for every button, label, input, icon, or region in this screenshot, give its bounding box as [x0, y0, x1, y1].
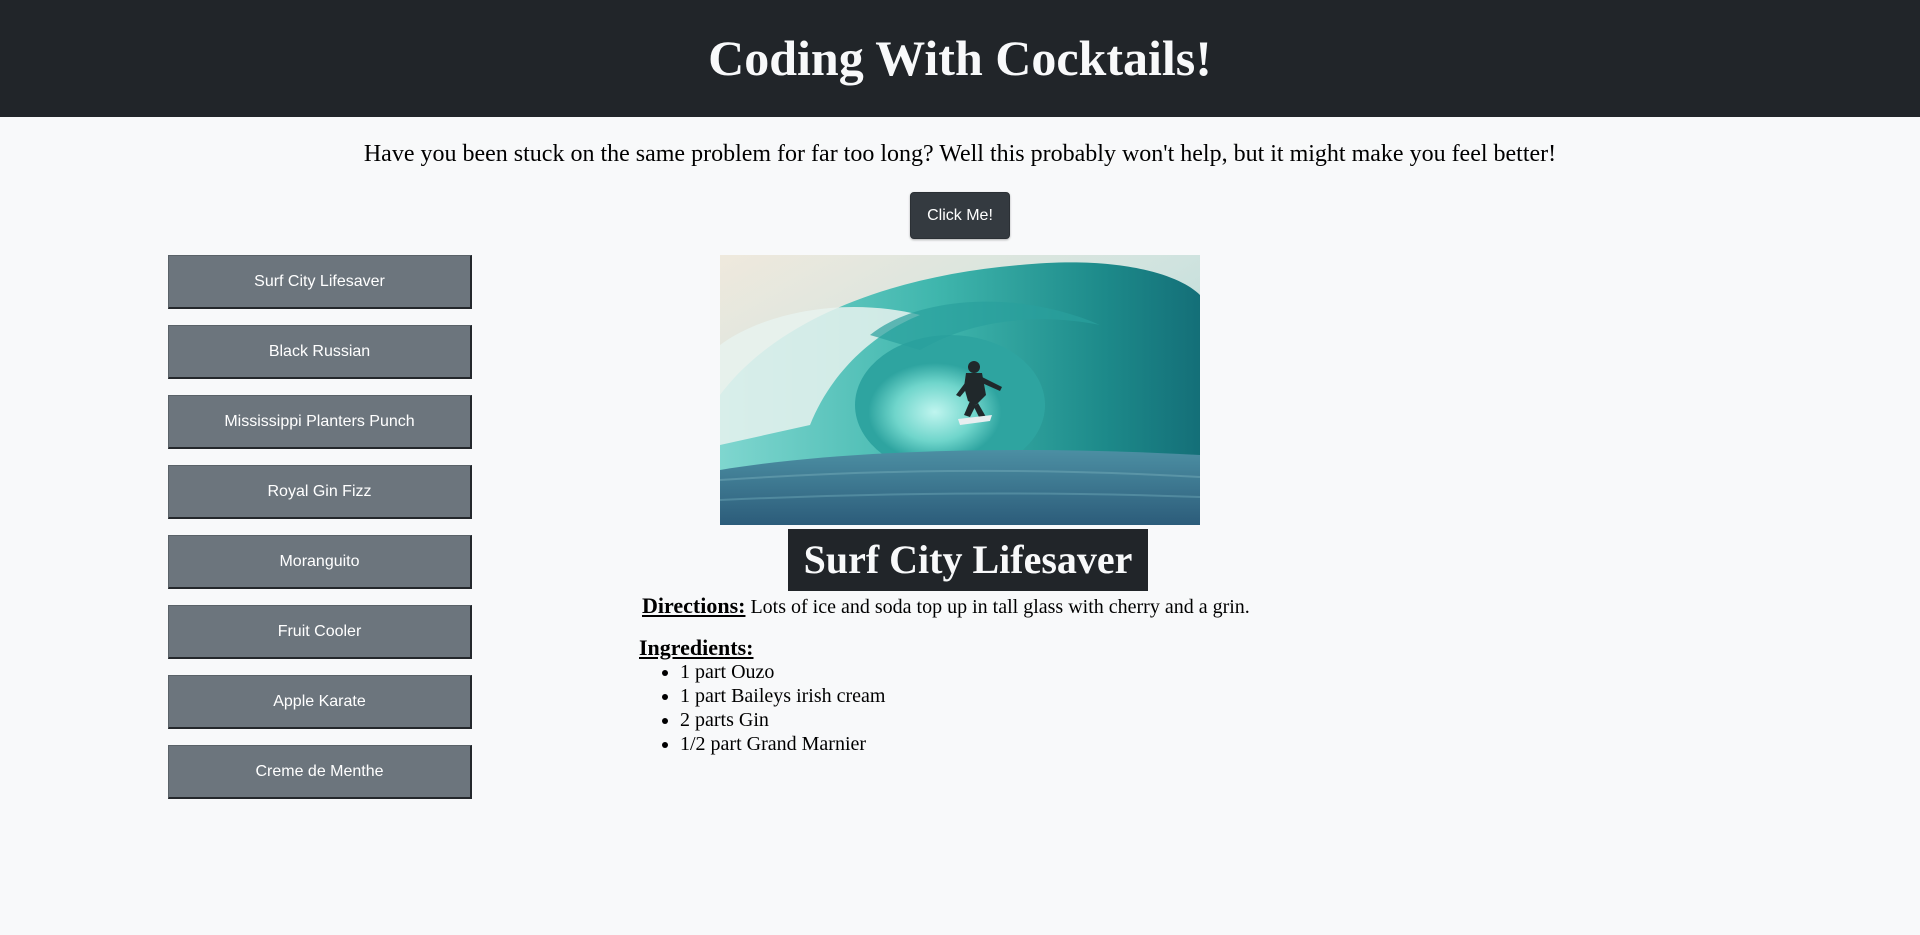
drink-button-royal-gin-fizz[interactable]: Royal Gin Fizz: [168, 465, 472, 519]
ingredient-item: 1/2 part Grand Marnier: [680, 732, 886, 756]
drink-button-creme-de-menthe[interactable]: Creme de Menthe: [168, 745, 472, 799]
directions: Directions: Lots of ice and soda top up …: [642, 592, 1250, 621]
ingredient-item: 1 part Ouzo: [680, 660, 886, 684]
tagline: Have you been stuck on the same problem …: [363, 141, 1557, 167]
ingredients-heading: Ingredients:: [639, 635, 754, 660]
drink-image: [720, 255, 1200, 525]
page-header: Coding With Cocktails!: [0, 0, 1920, 117]
drink-button-black-russian[interactable]: Black Russian: [168, 325, 472, 379]
drink-button-moranguito[interactable]: Moranguito: [168, 535, 472, 589]
drink-button-surf-city-lifesaver[interactable]: Surf City Lifesaver: [168, 255, 472, 309]
drink-button-mississippi-planters-punch[interactable]: Mississippi Planters Punch: [168, 395, 472, 449]
ingredient-item: 1 part Baileys irish cream: [680, 684, 886, 708]
directions-text: Lots of ice and soda top up in tall glas…: [750, 596, 1250, 618]
directions-label: Directions:: [642, 593, 746, 618]
page-title: Coding With Cocktails!: [708, 30, 1212, 86]
ingredients-list: 1 part Ouzo 1 part Baileys irish cream 2…: [640, 660, 886, 756]
ingredient-item: 2 parts Gin: [680, 708, 886, 732]
drink-title: Surf City Lifesaver: [788, 529, 1148, 591]
drink-list: Surf City Lifesaver Black Russian Missis…: [168, 255, 472, 815]
drink-button-fruit-cooler[interactable]: Fruit Cooler: [168, 605, 472, 659]
click-me-button[interactable]: Click Me!: [910, 192, 1010, 239]
drink-button-apple-karate[interactable]: Apple Karate: [168, 675, 472, 729]
